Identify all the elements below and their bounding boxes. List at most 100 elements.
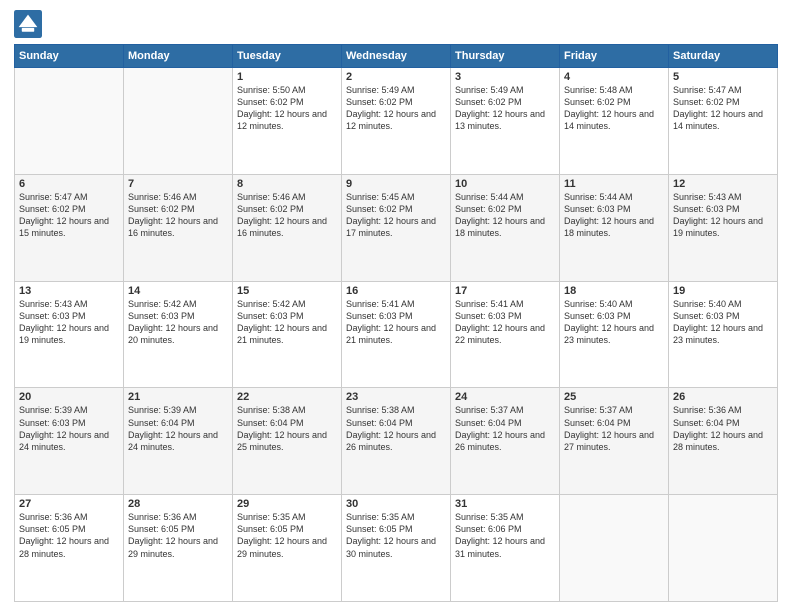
day-number: 20 [19, 391, 119, 403]
day-number: 9 [346, 178, 446, 190]
cell-content: Sunrise: 5:46 AM Sunset: 6:02 PM Dayligh… [128, 191, 228, 240]
calendar-header-sunday: Sunday [15, 45, 124, 68]
cell-content: Sunrise: 5:36 AM Sunset: 6:05 PM Dayligh… [19, 511, 119, 560]
day-number: 31 [455, 498, 555, 510]
calendar-cell: 23Sunrise: 5:38 AM Sunset: 6:04 PM Dayli… [342, 388, 451, 495]
day-number: 7 [128, 178, 228, 190]
calendar-cell: 2Sunrise: 5:49 AM Sunset: 6:02 PM Daylig… [342, 68, 451, 175]
day-number: 22 [237, 391, 337, 403]
header [14, 10, 778, 38]
calendar-cell: 22Sunrise: 5:38 AM Sunset: 6:04 PM Dayli… [233, 388, 342, 495]
day-number: 5 [673, 71, 773, 83]
calendar-cell: 1Sunrise: 5:50 AM Sunset: 6:02 PM Daylig… [233, 68, 342, 175]
calendar-cell: 7Sunrise: 5:46 AM Sunset: 6:02 PM Daylig… [124, 174, 233, 281]
cell-content: Sunrise: 5:41 AM Sunset: 6:03 PM Dayligh… [346, 298, 446, 347]
calendar-cell: 28Sunrise: 5:36 AM Sunset: 6:05 PM Dayli… [124, 495, 233, 602]
cell-content: Sunrise: 5:36 AM Sunset: 6:05 PM Dayligh… [128, 511, 228, 560]
logo [14, 10, 46, 38]
calendar-week-row: 20Sunrise: 5:39 AM Sunset: 6:03 PM Dayli… [15, 388, 778, 495]
cell-content: Sunrise: 5:40 AM Sunset: 6:03 PM Dayligh… [564, 298, 664, 347]
calendar-header-thursday: Thursday [451, 45, 560, 68]
calendar-week-row: 1Sunrise: 5:50 AM Sunset: 6:02 PM Daylig… [15, 68, 778, 175]
calendar-cell: 14Sunrise: 5:42 AM Sunset: 6:03 PM Dayli… [124, 281, 233, 388]
day-number: 21 [128, 391, 228, 403]
calendar-cell [15, 68, 124, 175]
calendar-cell: 21Sunrise: 5:39 AM Sunset: 6:04 PM Dayli… [124, 388, 233, 495]
calendar-cell: 3Sunrise: 5:49 AM Sunset: 6:02 PM Daylig… [451, 68, 560, 175]
calendar-cell: 9Sunrise: 5:45 AM Sunset: 6:02 PM Daylig… [342, 174, 451, 281]
cell-content: Sunrise: 5:35 AM Sunset: 6:05 PM Dayligh… [346, 511, 446, 560]
cell-content: Sunrise: 5:39 AM Sunset: 6:03 PM Dayligh… [19, 404, 119, 453]
cell-content: Sunrise: 5:37 AM Sunset: 6:04 PM Dayligh… [455, 404, 555, 453]
day-number: 30 [346, 498, 446, 510]
cell-content: Sunrise: 5:46 AM Sunset: 6:02 PM Dayligh… [237, 191, 337, 240]
calendar-header-monday: Monday [124, 45, 233, 68]
cell-content: Sunrise: 5:40 AM Sunset: 6:03 PM Dayligh… [673, 298, 773, 347]
calendar-header-wednesday: Wednesday [342, 45, 451, 68]
day-number: 23 [346, 391, 446, 403]
cell-content: Sunrise: 5:49 AM Sunset: 6:02 PM Dayligh… [346, 84, 446, 133]
calendar-cell: 10Sunrise: 5:44 AM Sunset: 6:02 PM Dayli… [451, 174, 560, 281]
calendar-cell: 20Sunrise: 5:39 AM Sunset: 6:03 PM Dayli… [15, 388, 124, 495]
day-number: 1 [237, 71, 337, 83]
cell-content: Sunrise: 5:39 AM Sunset: 6:04 PM Dayligh… [128, 404, 228, 453]
calendar-cell [124, 68, 233, 175]
calendar-cell: 15Sunrise: 5:42 AM Sunset: 6:03 PM Dayli… [233, 281, 342, 388]
calendar-cell: 5Sunrise: 5:47 AM Sunset: 6:02 PM Daylig… [669, 68, 778, 175]
day-number: 10 [455, 178, 555, 190]
calendar-week-row: 27Sunrise: 5:36 AM Sunset: 6:05 PM Dayli… [15, 495, 778, 602]
cell-content: Sunrise: 5:37 AM Sunset: 6:04 PM Dayligh… [564, 404, 664, 453]
logo-icon [14, 10, 42, 38]
cell-content: Sunrise: 5:41 AM Sunset: 6:03 PM Dayligh… [455, 298, 555, 347]
day-number: 16 [346, 285, 446, 297]
calendar-cell: 6Sunrise: 5:47 AM Sunset: 6:02 PM Daylig… [15, 174, 124, 281]
cell-content: Sunrise: 5:43 AM Sunset: 6:03 PM Dayligh… [673, 191, 773, 240]
calendar-cell: 18Sunrise: 5:40 AM Sunset: 6:03 PM Dayli… [560, 281, 669, 388]
calendar-cell: 24Sunrise: 5:37 AM Sunset: 6:04 PM Dayli… [451, 388, 560, 495]
day-number: 17 [455, 285, 555, 297]
calendar-header-friday: Friday [560, 45, 669, 68]
cell-content: Sunrise: 5:38 AM Sunset: 6:04 PM Dayligh… [237, 404, 337, 453]
calendar-cell [669, 495, 778, 602]
calendar-header-saturday: Saturday [669, 45, 778, 68]
calendar-header-tuesday: Tuesday [233, 45, 342, 68]
calendar-cell: 13Sunrise: 5:43 AM Sunset: 6:03 PM Dayli… [15, 281, 124, 388]
calendar-cell: 29Sunrise: 5:35 AM Sunset: 6:05 PM Dayli… [233, 495, 342, 602]
day-number: 4 [564, 71, 664, 83]
calendar-week-row: 6Sunrise: 5:47 AM Sunset: 6:02 PM Daylig… [15, 174, 778, 281]
day-number: 24 [455, 391, 555, 403]
day-number: 19 [673, 285, 773, 297]
cell-content: Sunrise: 5:42 AM Sunset: 6:03 PM Dayligh… [128, 298, 228, 347]
cell-content: Sunrise: 5:35 AM Sunset: 6:05 PM Dayligh… [237, 511, 337, 560]
day-number: 6 [19, 178, 119, 190]
cell-content: Sunrise: 5:44 AM Sunset: 6:03 PM Dayligh… [564, 191, 664, 240]
calendar-cell: 12Sunrise: 5:43 AM Sunset: 6:03 PM Dayli… [669, 174, 778, 281]
day-number: 27 [19, 498, 119, 510]
page: SundayMondayTuesdayWednesdayThursdayFrid… [0, 0, 792, 612]
calendar-cell [560, 495, 669, 602]
cell-content: Sunrise: 5:49 AM Sunset: 6:02 PM Dayligh… [455, 84, 555, 133]
day-number: 28 [128, 498, 228, 510]
calendar-cell: 4Sunrise: 5:48 AM Sunset: 6:02 PM Daylig… [560, 68, 669, 175]
cell-content: Sunrise: 5:44 AM Sunset: 6:02 PM Dayligh… [455, 191, 555, 240]
calendar-cell: 8Sunrise: 5:46 AM Sunset: 6:02 PM Daylig… [233, 174, 342, 281]
calendar-cell: 30Sunrise: 5:35 AM Sunset: 6:05 PM Dayli… [342, 495, 451, 602]
calendar-table: SundayMondayTuesdayWednesdayThursdayFrid… [14, 44, 778, 602]
day-number: 14 [128, 285, 228, 297]
day-number: 26 [673, 391, 773, 403]
calendar-cell: 26Sunrise: 5:36 AM Sunset: 6:04 PM Dayli… [669, 388, 778, 495]
day-number: 8 [237, 178, 337, 190]
day-number: 18 [564, 285, 664, 297]
cell-content: Sunrise: 5:36 AM Sunset: 6:04 PM Dayligh… [673, 404, 773, 453]
day-number: 11 [564, 178, 664, 190]
cell-content: Sunrise: 5:45 AM Sunset: 6:02 PM Dayligh… [346, 191, 446, 240]
calendar-cell: 19Sunrise: 5:40 AM Sunset: 6:03 PM Dayli… [669, 281, 778, 388]
cell-content: Sunrise: 5:42 AM Sunset: 6:03 PM Dayligh… [237, 298, 337, 347]
calendar-cell: 25Sunrise: 5:37 AM Sunset: 6:04 PM Dayli… [560, 388, 669, 495]
day-number: 2 [346, 71, 446, 83]
cell-content: Sunrise: 5:38 AM Sunset: 6:04 PM Dayligh… [346, 404, 446, 453]
cell-content: Sunrise: 5:47 AM Sunset: 6:02 PM Dayligh… [19, 191, 119, 240]
cell-content: Sunrise: 5:48 AM Sunset: 6:02 PM Dayligh… [564, 84, 664, 133]
calendar-cell: 16Sunrise: 5:41 AM Sunset: 6:03 PM Dayli… [342, 281, 451, 388]
day-number: 15 [237, 285, 337, 297]
